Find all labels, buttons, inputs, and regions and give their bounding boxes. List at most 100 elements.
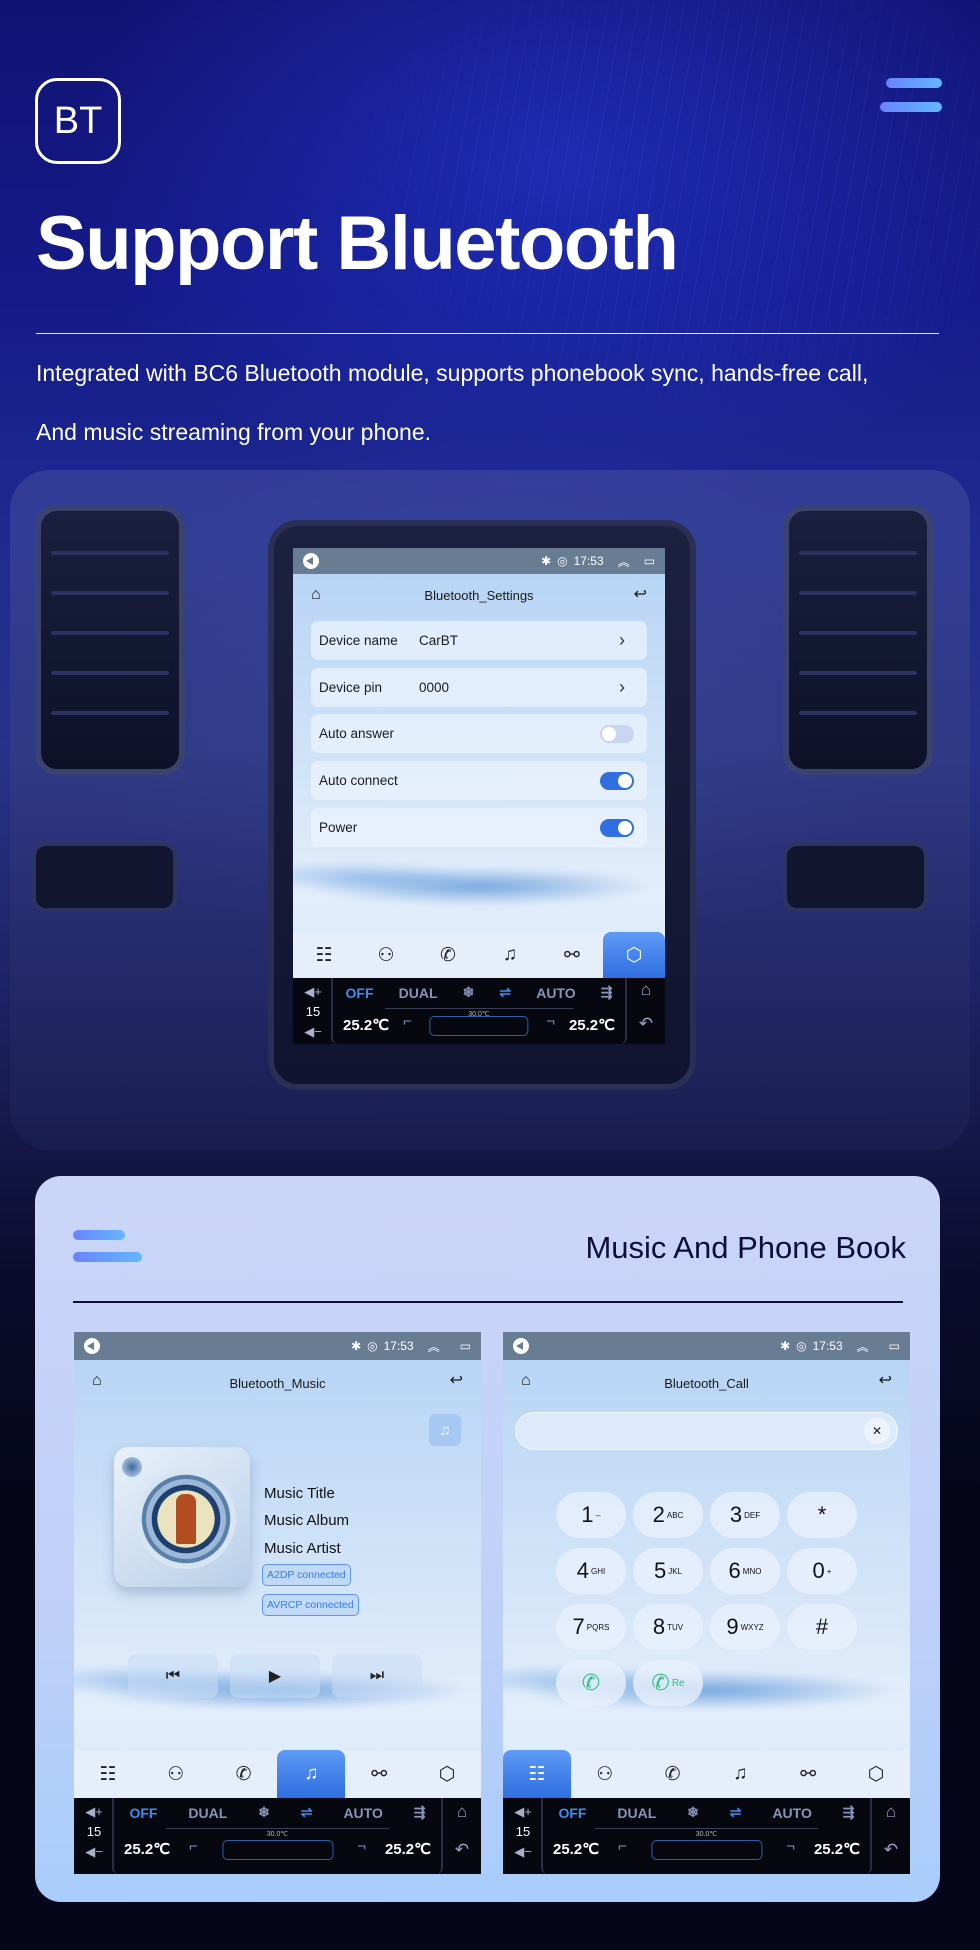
fan-speed-bar[interactable] [650,1840,763,1860]
dial-number-input[interactable] [515,1412,898,1450]
settings-icon[interactable]: ⬡ [413,1750,481,1798]
contacts-icon[interactable]: ⚇ [355,932,417,978]
link-icon[interactable]: ⚯ [541,932,603,978]
music-icon[interactable]: ♫ [277,1750,346,1798]
key-1[interactable]: 1 -- [556,1492,626,1538]
previous-track-button[interactable]: ⏮ [128,1654,218,1698]
apps-icon[interactable]: ☷ [293,932,355,978]
music-source-button[interactable]: ♫ [429,1414,461,1446]
recent-apps-icon[interactable]: ▭ [460,1339,471,1353]
dual-button[interactable]: DUAL [188,1805,227,1821]
right-seat-heat-icon[interactable]: ¬ [357,1838,366,1855]
next-track-button[interactable]: ⏭ [332,1654,422,1698]
expand-icon[interactable]: ︽ [618,553,630,570]
volume-up-icon[interactable]: ◀+ [82,1802,106,1822]
right-seat-heat-icon[interactable]: ¬ [786,1838,795,1855]
key-6[interactable]: 6 MNO [710,1548,780,1594]
contacts-icon[interactable]: ⚇ [571,1750,639,1798]
back-icon[interactable] [84,1338,100,1354]
home-icon[interactable]: ⌂ [635,980,657,1000]
recent-apps-icon[interactable]: ▭ [644,554,655,568]
expand-icon[interactable]: ︽ [857,1338,869,1355]
album-art-turntable [114,1447,250,1587]
auto-answer-toggle[interactable] [600,724,634,743]
airflow-icon[interactable]: ⇶ [601,984,613,1001]
auto-button[interactable]: AUTO [343,1805,382,1821]
recent-apps-icon[interactable]: ▭ [889,1339,900,1353]
return-icon[interactable]: ↩ [634,584,647,604]
defrost-icon[interactable]: ❄ [258,1804,270,1821]
hero-title: Support Bluetooth [36,201,679,286]
airflow-icon[interactable]: ⇶ [414,1804,426,1821]
volume-down-icon[interactable]: ◀− [301,1022,325,1042]
key-9[interactable]: 9 WXYZ [710,1604,780,1650]
home-icon[interactable]: ⌂ [880,1802,902,1822]
device-name-row[interactable]: Device name CarBT › [311,621,647,660]
key-7[interactable]: 7 PQRS [556,1604,626,1650]
phone-icon[interactable]: ✆ [639,1750,707,1798]
back-icon[interactable] [513,1338,529,1354]
home-icon[interactable]: ⌂ [451,1802,473,1822]
left-seat-heat-icon[interactable]: ⌐ [618,1838,627,1855]
power-toggle[interactable] [600,818,634,837]
call-button[interactable]: ✆ [556,1660,626,1706]
defrost-icon[interactable]: ❄ [687,1804,699,1821]
volume-up-icon[interactable]: ◀+ [511,1802,535,1822]
home-icon[interactable]: ⌂ [311,586,321,604]
defrost-icon[interactable]: ❄ [463,984,475,1001]
key-star[interactable]: * [787,1492,857,1538]
key-hash[interactable]: # [787,1604,857,1650]
left-seat-heat-icon[interactable]: ⌐ [189,1838,198,1855]
back-icon[interactable]: ↶ [635,1014,657,1034]
auto-connect-toggle[interactable] [600,771,634,790]
settings-icon[interactable]: ⬡ [842,1750,910,1798]
key-2[interactable]: 2 ABC [633,1492,703,1538]
back-icon[interactable] [303,553,319,569]
key-4[interactable]: 4 GHI [556,1548,626,1594]
auto-button[interactable]: AUTO [536,985,575,1001]
airflow-icon[interactable]: ⇶ [843,1804,855,1821]
auto-button[interactable]: AUTO [772,1805,811,1821]
fan-speed-bar[interactable] [221,1840,334,1860]
settings-icon[interactable]: ⬡ [603,932,665,978]
ac-off-button[interactable]: OFF [346,985,374,1001]
key-5[interactable]: 5 JKL [633,1548,703,1594]
key-3[interactable]: 3 DEF [710,1492,780,1538]
dual-button[interactable]: DUAL [399,985,438,1001]
ac-off-button[interactable]: OFF [129,1805,157,1821]
home-icon[interactable]: ⌂ [521,1372,531,1390]
back-icon[interactable]: ↶ [451,1840,473,1860]
right-seat-heat-icon[interactable]: ¬ [546,1013,555,1030]
left-seat-heat-icon[interactable]: ⌐ [403,1013,412,1030]
recirculation-icon[interactable]: ⇌ [499,984,511,1001]
dual-button[interactable]: DUAL [617,1805,656,1821]
music-icon[interactable]: ♫ [706,1750,774,1798]
link-icon[interactable]: ⚯ [774,1750,842,1798]
bottom-dock: ☷ ⚇ ✆ ♫ ⚯ ⬡ [74,1750,481,1798]
volume-up-icon[interactable]: ◀+ [301,982,325,1002]
redial-button[interactable]: ✆ Re [633,1660,703,1706]
ac-off-button[interactable]: OFF [558,1805,586,1821]
contacts-icon[interactable]: ⚇ [142,1750,210,1798]
volume-down-icon[interactable]: ◀− [511,1842,535,1862]
return-icon[interactable]: ↩ [879,1370,892,1390]
clear-icon[interactable]: ✕ [864,1418,890,1444]
return-icon[interactable]: ↩ [450,1370,463,1390]
recirculation-icon[interactable]: ⇌ [301,1804,313,1821]
apps-icon[interactable]: ☷ [503,1750,571,1798]
home-icon[interactable]: ⌂ [92,1372,102,1390]
phone-icon[interactable]: ✆ [210,1750,278,1798]
fan-speed-bar[interactable] [429,1016,529,1036]
recirculation-icon[interactable]: ⇌ [730,1804,742,1821]
key-8[interactable]: 8 TUV [633,1604,703,1650]
expand-icon[interactable]: ︽ [428,1338,440,1355]
volume-down-icon[interactable]: ◀− [82,1842,106,1862]
back-icon[interactable]: ↶ [880,1840,902,1860]
apps-icon[interactable]: ☷ [74,1750,142,1798]
link-icon[interactable]: ⚯ [345,1750,413,1798]
key-0[interactable]: 0 + [787,1548,857,1594]
device-pin-row[interactable]: Device pin 0000 › [311,668,647,707]
phone-icon[interactable]: ✆ [417,932,479,978]
play-button[interactable]: ▶ [230,1654,320,1698]
music-icon[interactable]: ♫ [479,932,541,978]
